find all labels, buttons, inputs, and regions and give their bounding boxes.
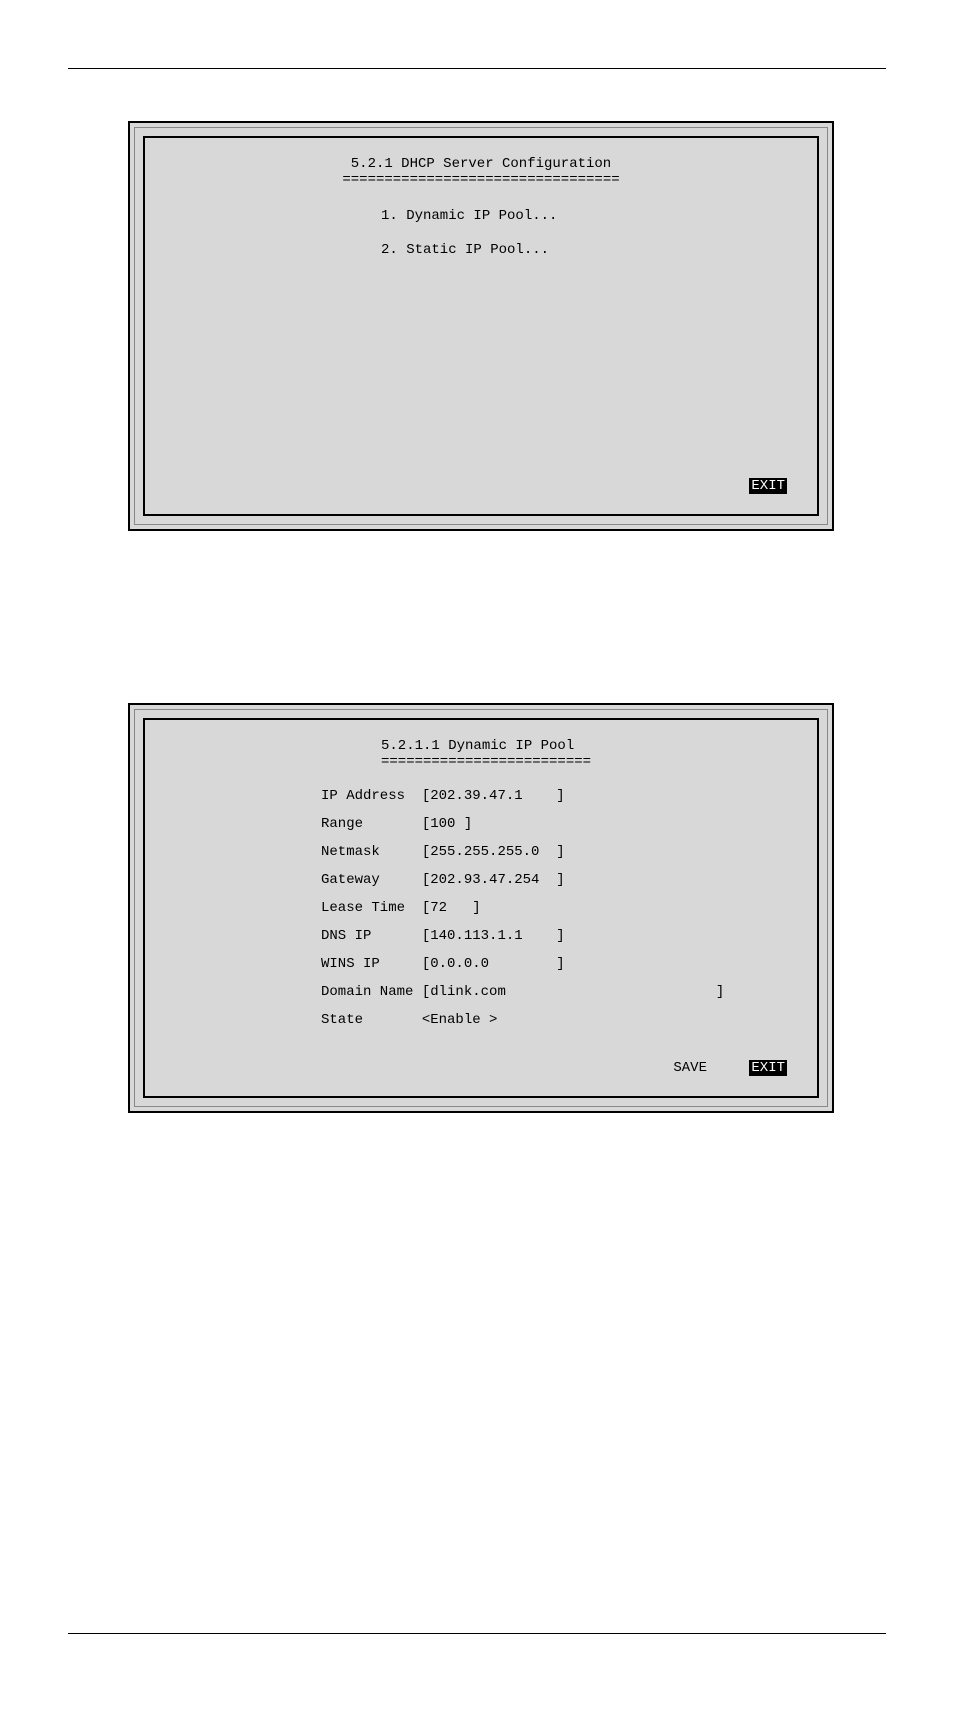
field-label-state: State — [321, 1012, 422, 1028]
field-input-gateway[interactable]: [202.93.47.254 ] — [422, 872, 565, 888]
field-row-dns-ip: DNS IP [140.113.1.1 ] — [321, 928, 791, 944]
field-input-range[interactable]: [100 ] — [422, 816, 472, 832]
panel1-title: 5.2.1 DHCP Server Configuration — [171, 156, 791, 172]
field-label-netmask: Netmask — [321, 844, 422, 860]
field-row-gateway: Gateway [202.93.47.254 ] — [321, 872, 791, 888]
field-input-dns-ip[interactable]: [140.113.1.1 ] — [422, 928, 565, 944]
field-row-domain-name: Domain Name [dlink.com ] — [321, 984, 791, 1000]
panel1-underline: ================================= — [171, 172, 791, 188]
exit-button-2[interactable]: EXIT — [749, 1060, 787, 1076]
bottom-rule — [68, 1633, 886, 1634]
field-input-wins-ip[interactable]: [0.0.0.0 ] — [422, 956, 565, 972]
menu-item-dynamic-ip-pool[interactable]: 1. Dynamic IP Pool... — [381, 208, 791, 224]
exit-button[interactable]: EXIT — [749, 478, 787, 494]
panel2-underline: ========================= — [381, 754, 791, 770]
top-rule — [68, 68, 886, 69]
dynamic-ip-pool-panel: 5.2.1.1 Dynamic IP Pool ================… — [128, 703, 834, 1113]
field-row-wins-ip: WINS IP [0.0.0.0 ] — [321, 956, 791, 972]
field-input-netmask[interactable]: [255.255.255.0 ] — [422, 844, 565, 860]
field-row-ip-address: IP Address [202.39.47.1 ] — [321, 788, 791, 804]
field-input-domain-name[interactable]: [dlink.com ] — [422, 984, 724, 1000]
field-input-ip-address[interactable]: [202.39.47.1 ] — [422, 788, 565, 804]
field-label-dns-ip: DNS IP — [321, 928, 422, 944]
field-label-wins-ip: WINS IP — [321, 956, 422, 972]
dhcp-config-panel: 5.2.1 DHCP Server Configuration ========… — [128, 121, 834, 531]
panel2-title: 5.2.1.1 Dynamic IP Pool — [381, 738, 791, 754]
field-row-lease-time: Lease Time [72 ] — [321, 900, 791, 916]
field-label-gateway: Gateway — [321, 872, 422, 888]
field-label-range: Range — [321, 816, 422, 832]
field-row-range: Range [100 ] — [321, 816, 791, 832]
field-row-state: State <Enable > — [321, 1012, 791, 1028]
field-input-lease-time[interactable]: [72 ] — [422, 900, 481, 916]
field-label-domain-name: Domain Name — [321, 984, 422, 1000]
field-label-lease-time: Lease Time — [321, 900, 422, 916]
save-button[interactable]: SAVE — [671, 1060, 709, 1076]
field-row-netmask: Netmask [255.255.255.0 ] — [321, 844, 791, 860]
field-input-state[interactable]: <Enable > — [422, 1012, 498, 1028]
menu-item-static-ip-pool[interactable]: 2. Static IP Pool... — [381, 242, 791, 258]
field-label-ip-address: IP Address — [321, 788, 422, 804]
